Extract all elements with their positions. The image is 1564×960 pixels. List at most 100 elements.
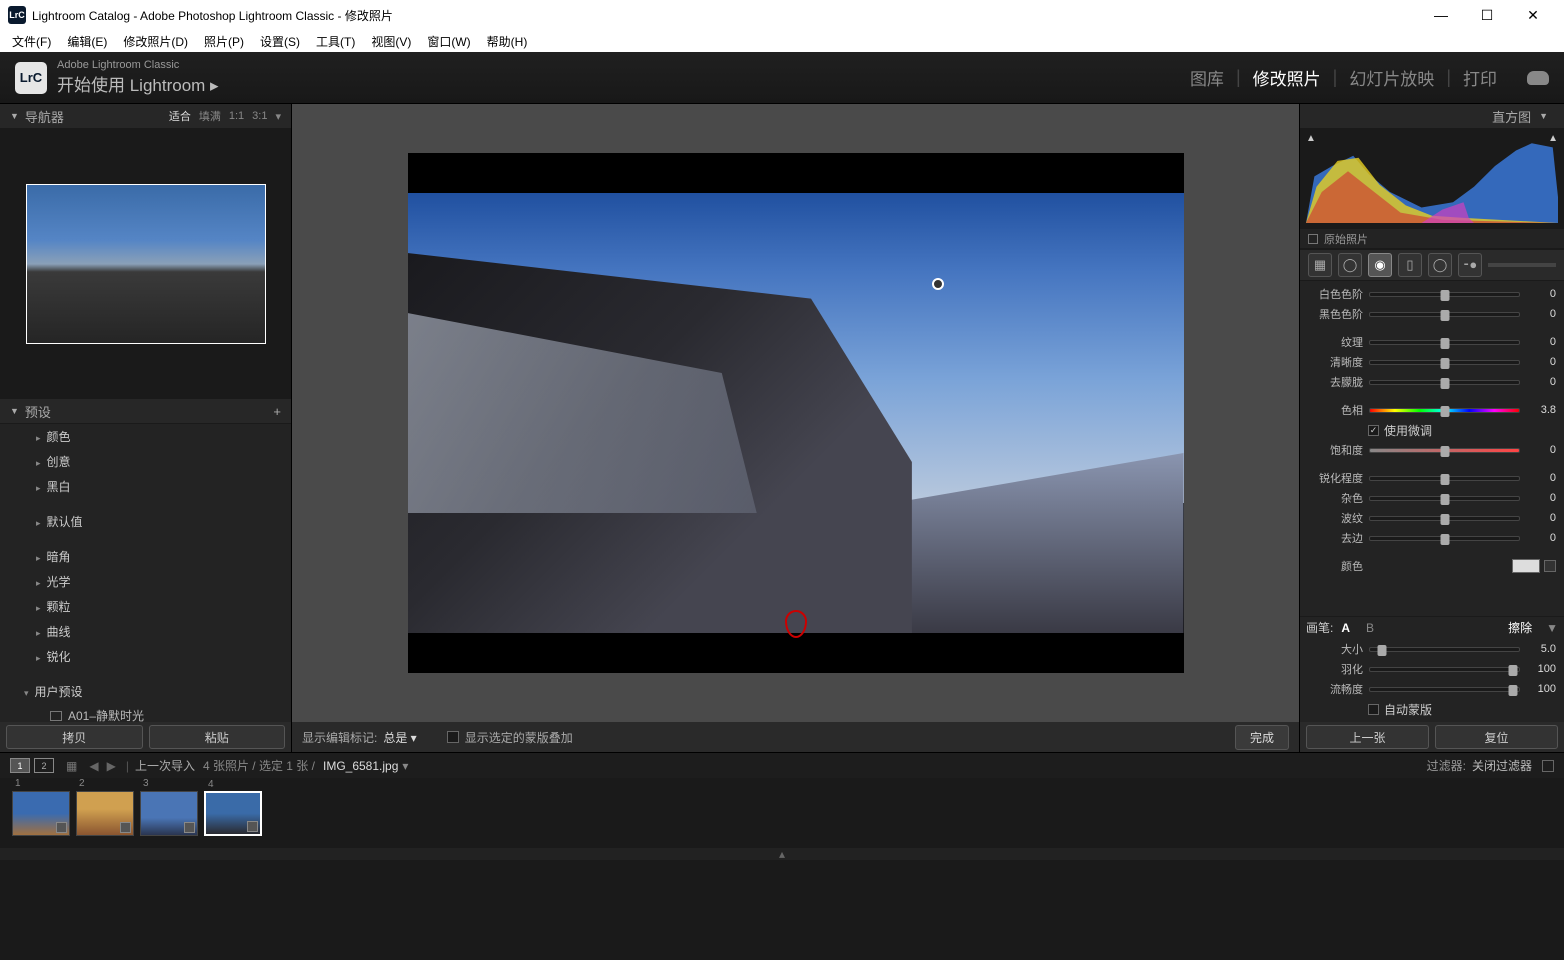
noise-slider[interactable]: [1369, 496, 1520, 501]
paste-button[interactable]: 粘贴: [149, 725, 286, 749]
app-icon: LrC: [8, 6, 26, 24]
menu-develop[interactable]: 修改照片(D): [115, 31, 196, 52]
develop-toolbar: 显示编辑标记: 总是 ▾ 显示选定的蒙版叠加 完成: [292, 722, 1299, 752]
black-slider[interactable]: [1369, 312, 1520, 317]
brush-erase[interactable]: 擦除: [1500, 618, 1540, 637]
zoom-fit[interactable]: 适合: [169, 108, 191, 124]
navigator-preview[interactable]: [0, 129, 291, 399]
reset-button[interactable]: 复位: [1435, 725, 1558, 749]
minimize-button[interactable]: —: [1418, 0, 1464, 30]
presets-list: 颜色 创意 黑白 默认值 暗角 光学 颗粒 曲线 锐化 用户预设 A01–静默时…: [0, 424, 291, 722]
saturation-slider[interactable]: [1369, 448, 1520, 453]
preset-defaults[interactable]: 默认值: [0, 509, 291, 534]
menu-tools[interactable]: 工具(T): [308, 31, 363, 52]
editmark-dropdown[interactable]: 总是 ▾: [383, 729, 416, 746]
color-cancel-icon[interactable]: [1544, 560, 1556, 572]
monitor-2[interactable]: 2: [34, 758, 54, 773]
brush-header: 画笔: A B 擦除 ▼: [1300, 616, 1564, 638]
menu-settings[interactable]: 设置(S): [252, 31, 308, 52]
previous-button[interactable]: 上一张: [1306, 725, 1429, 749]
module-slideshow[interactable]: 幻灯片放映: [1349, 65, 1434, 90]
watermark-icon: [785, 610, 807, 638]
brush-size-slider[interactable]: [1369, 647, 1520, 652]
add-preset-icon[interactable]: +: [273, 404, 281, 419]
brush-tool[interactable]: ⁃●: [1458, 253, 1482, 277]
brush-a[interactable]: A: [1333, 620, 1358, 636]
done-button[interactable]: 完成: [1235, 725, 1289, 750]
menu-file[interactable]: 文件(F): [4, 31, 59, 52]
module-print[interactable]: 打印: [1463, 65, 1497, 90]
brush-feather-slider[interactable]: [1369, 667, 1520, 672]
overlay-checkbox[interactable]: [447, 731, 459, 743]
tool-strip: ▦ ◯ ◉ ▯ ◯ ⁃●: [1300, 249, 1564, 281]
panel-expand-handle[interactable]: ▴: [0, 848, 1564, 860]
presets-header[interactable]: ▼预设 +: [0, 399, 291, 424]
radial-tool[interactable]: ◯: [1428, 253, 1452, 277]
histogram-header[interactable]: 直方图▼: [1300, 104, 1564, 129]
menu-photo[interactable]: 照片(P): [196, 31, 252, 52]
zoom-1-1[interactable]: 1:1: [229, 110, 244, 122]
thumbnail[interactable]: 2: [76, 791, 134, 836]
preset-group[interactable]: 黑白: [0, 474, 291, 499]
copy-button[interactable]: 拷贝: [6, 725, 143, 749]
preset-user-group[interactable]: 用户预设: [0, 679, 291, 704]
crop-tool[interactable]: ▦: [1308, 253, 1332, 277]
automask-checkbox[interactable]: [1368, 704, 1379, 715]
menu-help[interactable]: 帮助(H): [479, 31, 536, 52]
preset-group[interactable]: 锐化: [0, 644, 291, 669]
adjustment-pin[interactable]: [932, 278, 944, 290]
thumbnail[interactable]: 1: [12, 791, 70, 836]
cloud-icon[interactable]: [1527, 71, 1549, 85]
thumbnail-selected[interactable]: 4: [204, 791, 262, 836]
preset-user-item[interactable]: A01–静默时光: [0, 704, 291, 722]
preset-group[interactable]: 创意: [0, 449, 291, 474]
navigator-header[interactable]: ▼导航器 适合 填满 1:1 3:1 ▾: [0, 104, 291, 129]
clarity-slider[interactable]: [1369, 360, 1520, 365]
moire-slider[interactable]: [1369, 516, 1520, 521]
module-develop[interactable]: 修改照片: [1253, 65, 1321, 90]
maximize-button[interactable]: ☐: [1464, 0, 1510, 30]
filter-lock-icon[interactable]: [1542, 760, 1554, 772]
white-slider[interactable]: [1369, 292, 1520, 297]
brush-b[interactable]: B: [1358, 620, 1382, 636]
grid-view-icon[interactable]: ▦: [66, 759, 77, 773]
nav-fwd-icon[interactable]: ▶: [107, 759, 116, 773]
nav-back-icon[interactable]: ◀: [89, 759, 98, 773]
current-file: IMG_6581.jpg: [323, 759, 398, 773]
thumbnail[interactable]: 3: [140, 791, 198, 836]
zoom-3-1[interactable]: 3:1: [252, 110, 267, 122]
menu-edit[interactable]: 编辑(E): [59, 31, 115, 52]
filter-dropdown[interactable]: 关闭过滤器: [1472, 757, 1532, 774]
source-label[interactable]: 上一次导入: [135, 757, 195, 774]
menu-view[interactable]: 视图(V): [363, 31, 419, 52]
window-title: Lightroom Catalog - Adobe Photoshop Ligh…: [32, 7, 393, 24]
brush-flow-slider[interactable]: [1369, 687, 1520, 692]
module-library[interactable]: 图库: [1190, 65, 1224, 90]
menu-window[interactable]: 窗口(W): [419, 31, 478, 52]
histogram[interactable]: ▲ ▲: [1300, 129, 1564, 229]
color-swatch[interactable]: [1512, 559, 1540, 573]
spot-tool[interactable]: ◯: [1338, 253, 1362, 277]
defringe-slider[interactable]: [1369, 536, 1520, 541]
preset-group[interactable]: 颗粒: [0, 594, 291, 619]
close-button[interactable]: ✕: [1510, 0, 1556, 30]
texture-slider[interactable]: [1369, 340, 1520, 345]
zoom-fill[interactable]: 填满: [199, 108, 221, 124]
getting-started[interactable]: 开始使用 Lightroom ▸: [57, 71, 219, 96]
redeye-tool[interactable]: ◉: [1368, 253, 1392, 277]
sharpness-slider[interactable]: [1369, 476, 1520, 481]
identity-plate: LrC Adobe Lightroom Classic 开始使用 Lightro…: [0, 52, 1564, 104]
preset-group[interactable]: 曲线: [0, 619, 291, 644]
logo-icon: LrC: [15, 62, 47, 94]
preset-group[interactable]: 光学: [0, 569, 291, 594]
tool-slider[interactable]: [1488, 263, 1556, 267]
monitor-1[interactable]: 1: [10, 758, 30, 773]
gradient-tool[interactable]: ▯: [1398, 253, 1422, 277]
dehaze-slider[interactable]: [1369, 380, 1520, 385]
preset-group[interactable]: 颜色: [0, 424, 291, 449]
original-photo-row[interactable]: 原始照片: [1300, 229, 1564, 249]
image-canvas[interactable]: [292, 104, 1299, 722]
finetune-checkbox[interactable]: ✓: [1368, 425, 1379, 436]
preset-group[interactable]: 暗角: [0, 544, 291, 569]
hue-slider[interactable]: [1369, 408, 1520, 413]
